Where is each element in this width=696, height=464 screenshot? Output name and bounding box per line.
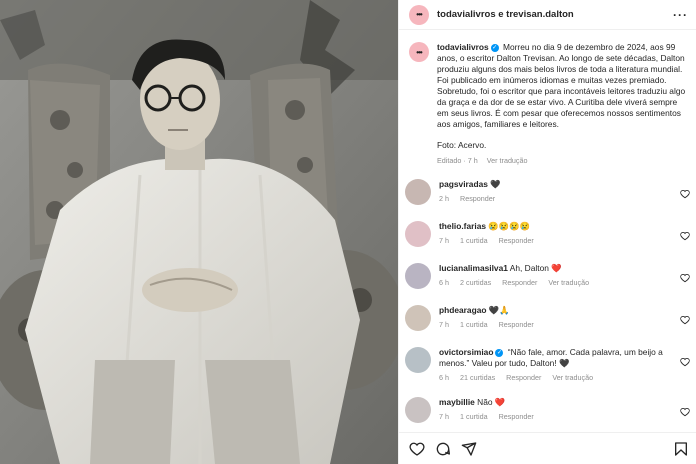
comment-reply-link[interactable]: Responder xyxy=(499,236,534,245)
comment-username[interactable]: thelio.farias xyxy=(439,221,486,231)
comment-item: thelio.farias 😢😢😢😢 7 h 1 curtida Respond… xyxy=(399,217,696,259)
comment-username[interactable]: maybillie xyxy=(439,397,475,407)
post-action-bar xyxy=(399,432,696,464)
comment-reply-link[interactable]: Responder xyxy=(499,320,534,329)
bookmark-icon[interactable] xyxy=(673,441,689,457)
comment-icon[interactable] xyxy=(435,441,451,457)
comment-time: 7 h xyxy=(439,320,449,329)
comment-like-heart-icon[interactable] xyxy=(680,189,690,199)
comment-time: 2 h xyxy=(439,194,449,203)
comment-likes[interactable]: 2 curtidas xyxy=(460,278,491,287)
post-photo xyxy=(0,0,398,464)
comment-translate-link[interactable]: Ver tradução xyxy=(552,373,593,382)
verified-badge-icon: ✓ xyxy=(495,348,504,357)
comment-time: 7 h xyxy=(439,236,449,245)
photo-illustration xyxy=(0,0,398,464)
heart-icon[interactable] xyxy=(409,441,425,457)
comment-list: pagsviradas 🖤 2 h Responder thelio.faria… xyxy=(399,175,696,435)
comment-item: lucianalimasilva1 Ah, Dalton ❤️ 6 h 2 cu… xyxy=(399,259,696,301)
caption-edited-time: Editado · 7 h xyxy=(437,156,478,165)
comment-avatar[interactable] xyxy=(405,305,431,331)
comment-like-heart-icon[interactable] xyxy=(680,231,690,241)
comment-like-heart-icon[interactable] xyxy=(680,407,690,417)
caption-meta: Editado · 7 h Ver tradução xyxy=(437,155,686,166)
comment-reply-link[interactable]: Responder xyxy=(460,194,495,203)
comment-avatar[interactable] xyxy=(405,397,431,423)
caption-avatar[interactable]: ••• xyxy=(409,42,429,62)
comment-item: ovictorsimiao ✓ “Não fale, amor. Cada pal… xyxy=(399,343,696,393)
post-panel: ••• todavialivros e trevisan.dalton ··· … xyxy=(398,0,696,464)
verified-badge-icon: ✓ xyxy=(490,43,499,52)
comment-time: 7 h xyxy=(439,412,449,421)
comment-likes[interactable]: 1 curtida xyxy=(460,412,488,421)
post-header: ••• todavialivros e trevisan.dalton ··· xyxy=(399,0,696,30)
share-icon[interactable] xyxy=(461,441,477,457)
comment-translate-link[interactable]: Ver tradução xyxy=(548,278,589,287)
caption-text: Morreu no dia 9 de dezembro de 2024, aos… xyxy=(437,42,686,129)
caption-username[interactable]: todavialivros xyxy=(437,42,489,52)
comment-reply-link[interactable]: Responder xyxy=(502,278,537,287)
post-caption: ••• todavialivros ✓ Morreu no dia 9 de de… xyxy=(399,30,696,166)
comment-text: 🖤 xyxy=(490,179,501,189)
more-options-icon[interactable]: ··· xyxy=(673,8,688,22)
comment-like-heart-icon[interactable] xyxy=(680,273,690,283)
comment-item: pagsviradas 🖤 2 h Responder xyxy=(399,175,696,217)
comment-like-heart-icon[interactable] xyxy=(680,315,690,325)
comment-likes[interactable]: 1 curtida xyxy=(460,236,488,245)
post-header-title[interactable]: todavialivros e trevisan.dalton xyxy=(437,9,673,20)
comment-like-heart-icon[interactable] xyxy=(680,357,690,367)
comment-text: Não ❤️ xyxy=(477,397,506,407)
comment-reply-link[interactable]: Responder xyxy=(499,412,534,421)
comment-time: 6 h xyxy=(439,373,449,382)
comment-username[interactable]: pagsviradas xyxy=(439,179,488,189)
caption-translate-link[interactable]: Ver tradução xyxy=(487,156,528,165)
comment-likes[interactable]: 21 curtidas xyxy=(460,373,495,382)
comment-avatar[interactable] xyxy=(405,263,431,289)
comment-avatar[interactable] xyxy=(405,347,431,373)
comment-item: phdearagao 🖤🙏 7 h 1 curtida Responder xyxy=(399,301,696,343)
comment-likes[interactable]: 1 curtida xyxy=(460,320,488,329)
comment-item: maybillie Não ❤️ 7 h 1 curtida Responder xyxy=(399,393,696,435)
comment-username[interactable]: ovictorsimiao xyxy=(439,347,493,357)
comment-reply-link[interactable]: Responder xyxy=(506,373,541,382)
author-avatar[interactable]: ••• xyxy=(409,4,429,25)
comment-avatar[interactable] xyxy=(405,179,431,205)
comment-text: Ah, Dalton ❤️ xyxy=(509,263,562,273)
comment-username[interactable]: phdearagao xyxy=(439,305,486,315)
comment-time: 6 h xyxy=(439,278,449,287)
caption-body: todavialivros ✓ Morreu no dia 9 de dezemb… xyxy=(437,42,686,166)
comment-text: 😢😢😢😢 xyxy=(488,221,531,231)
comment-avatar[interactable] xyxy=(405,221,431,247)
photo-credit: Foto: Acervo. xyxy=(437,140,487,150)
comment-text: 🖤🙏 xyxy=(488,305,510,315)
comment-username[interactable]: lucianalimasilva1 xyxy=(439,263,508,273)
